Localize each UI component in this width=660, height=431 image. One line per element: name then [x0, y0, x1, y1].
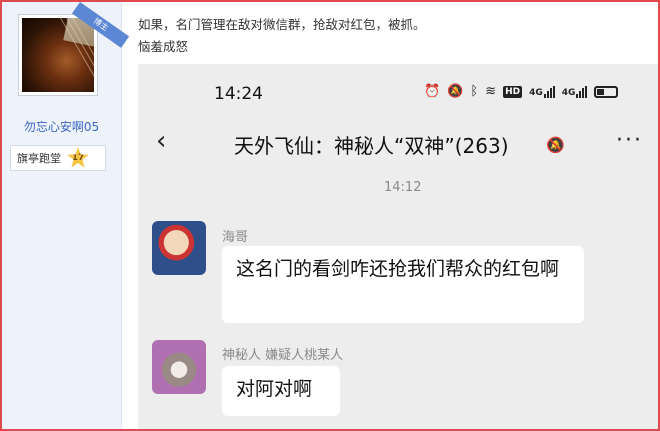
status-icons: ⏰ 🔕 ᛒ ≋ HD 4G 4G	[424, 84, 619, 99]
more-icon[interactable]: ···	[616, 128, 643, 153]
user-sidebar: 博主 勿忘心安啊05 旗亭跑堂 17	[2, 2, 130, 429]
status-time: 14:24	[214, 84, 263, 104]
message-bubble[interactable]: 这名门的看剑咋还抢我们帮众的红包啊	[222, 246, 584, 323]
avatar[interactable]	[18, 14, 98, 96]
message-bubble[interactable]: 对阿对啊	[222, 366, 340, 416]
level-star-icon: 17	[67, 147, 89, 168]
chat-title: 天外飞仙：神秘人“双神”(263)	[234, 134, 509, 158]
chat-screenshot: 14:24 ⏰ 🔕 ᛒ ≋ HD 4G 4G ‹ 天外飞仙：神秘人“双神”(26…	[138, 64, 660, 431]
sender-name: 海哥	[222, 230, 249, 245]
sender-avatar[interactable]	[152, 221, 206, 275]
bluetooth-icon: ᛒ	[470, 84, 479, 99]
battery-icon	[594, 85, 619, 98]
alarm-icon: ⏰	[424, 84, 441, 99]
post-line: 恼羞成怒	[138, 39, 189, 54]
back-arrow-icon[interactable]: ‹	[156, 128, 166, 154]
wifi-icon: ≋	[485, 84, 497, 99]
sender-name: 神秘人 嫌疑人桃某人	[222, 348, 344, 363]
post-line: 如果，名门管理在敌对微信群，抢敌对红包，被抓。	[138, 17, 426, 32]
sender-avatar[interactable]	[152, 340, 206, 394]
message-timestamp: 14:12	[384, 180, 422, 195]
signal-4g-icon: 4G	[529, 85, 555, 98]
signal-4g-icon: 4G	[561, 85, 588, 98]
username-link[interactable]: 勿忘心安啊05	[2, 118, 121, 135]
violin-avatar-image	[22, 18, 94, 92]
mute-bell-icon: 🔕	[447, 84, 464, 99]
post-body: 如果，名门管理在敌对微信群，抢敌对红包，被抓。 恼羞成怒	[138, 14, 426, 58]
hd-icon: HD	[503, 85, 523, 98]
user-badge: 旗亭跑堂 17	[10, 145, 106, 171]
badge-label: 旗亭跑堂	[17, 152, 61, 165]
signal-label: 4G	[561, 87, 576, 98]
signal-label: 4G	[529, 87, 543, 98]
mute-bell-icon: 🔕	[546, 136, 565, 154]
